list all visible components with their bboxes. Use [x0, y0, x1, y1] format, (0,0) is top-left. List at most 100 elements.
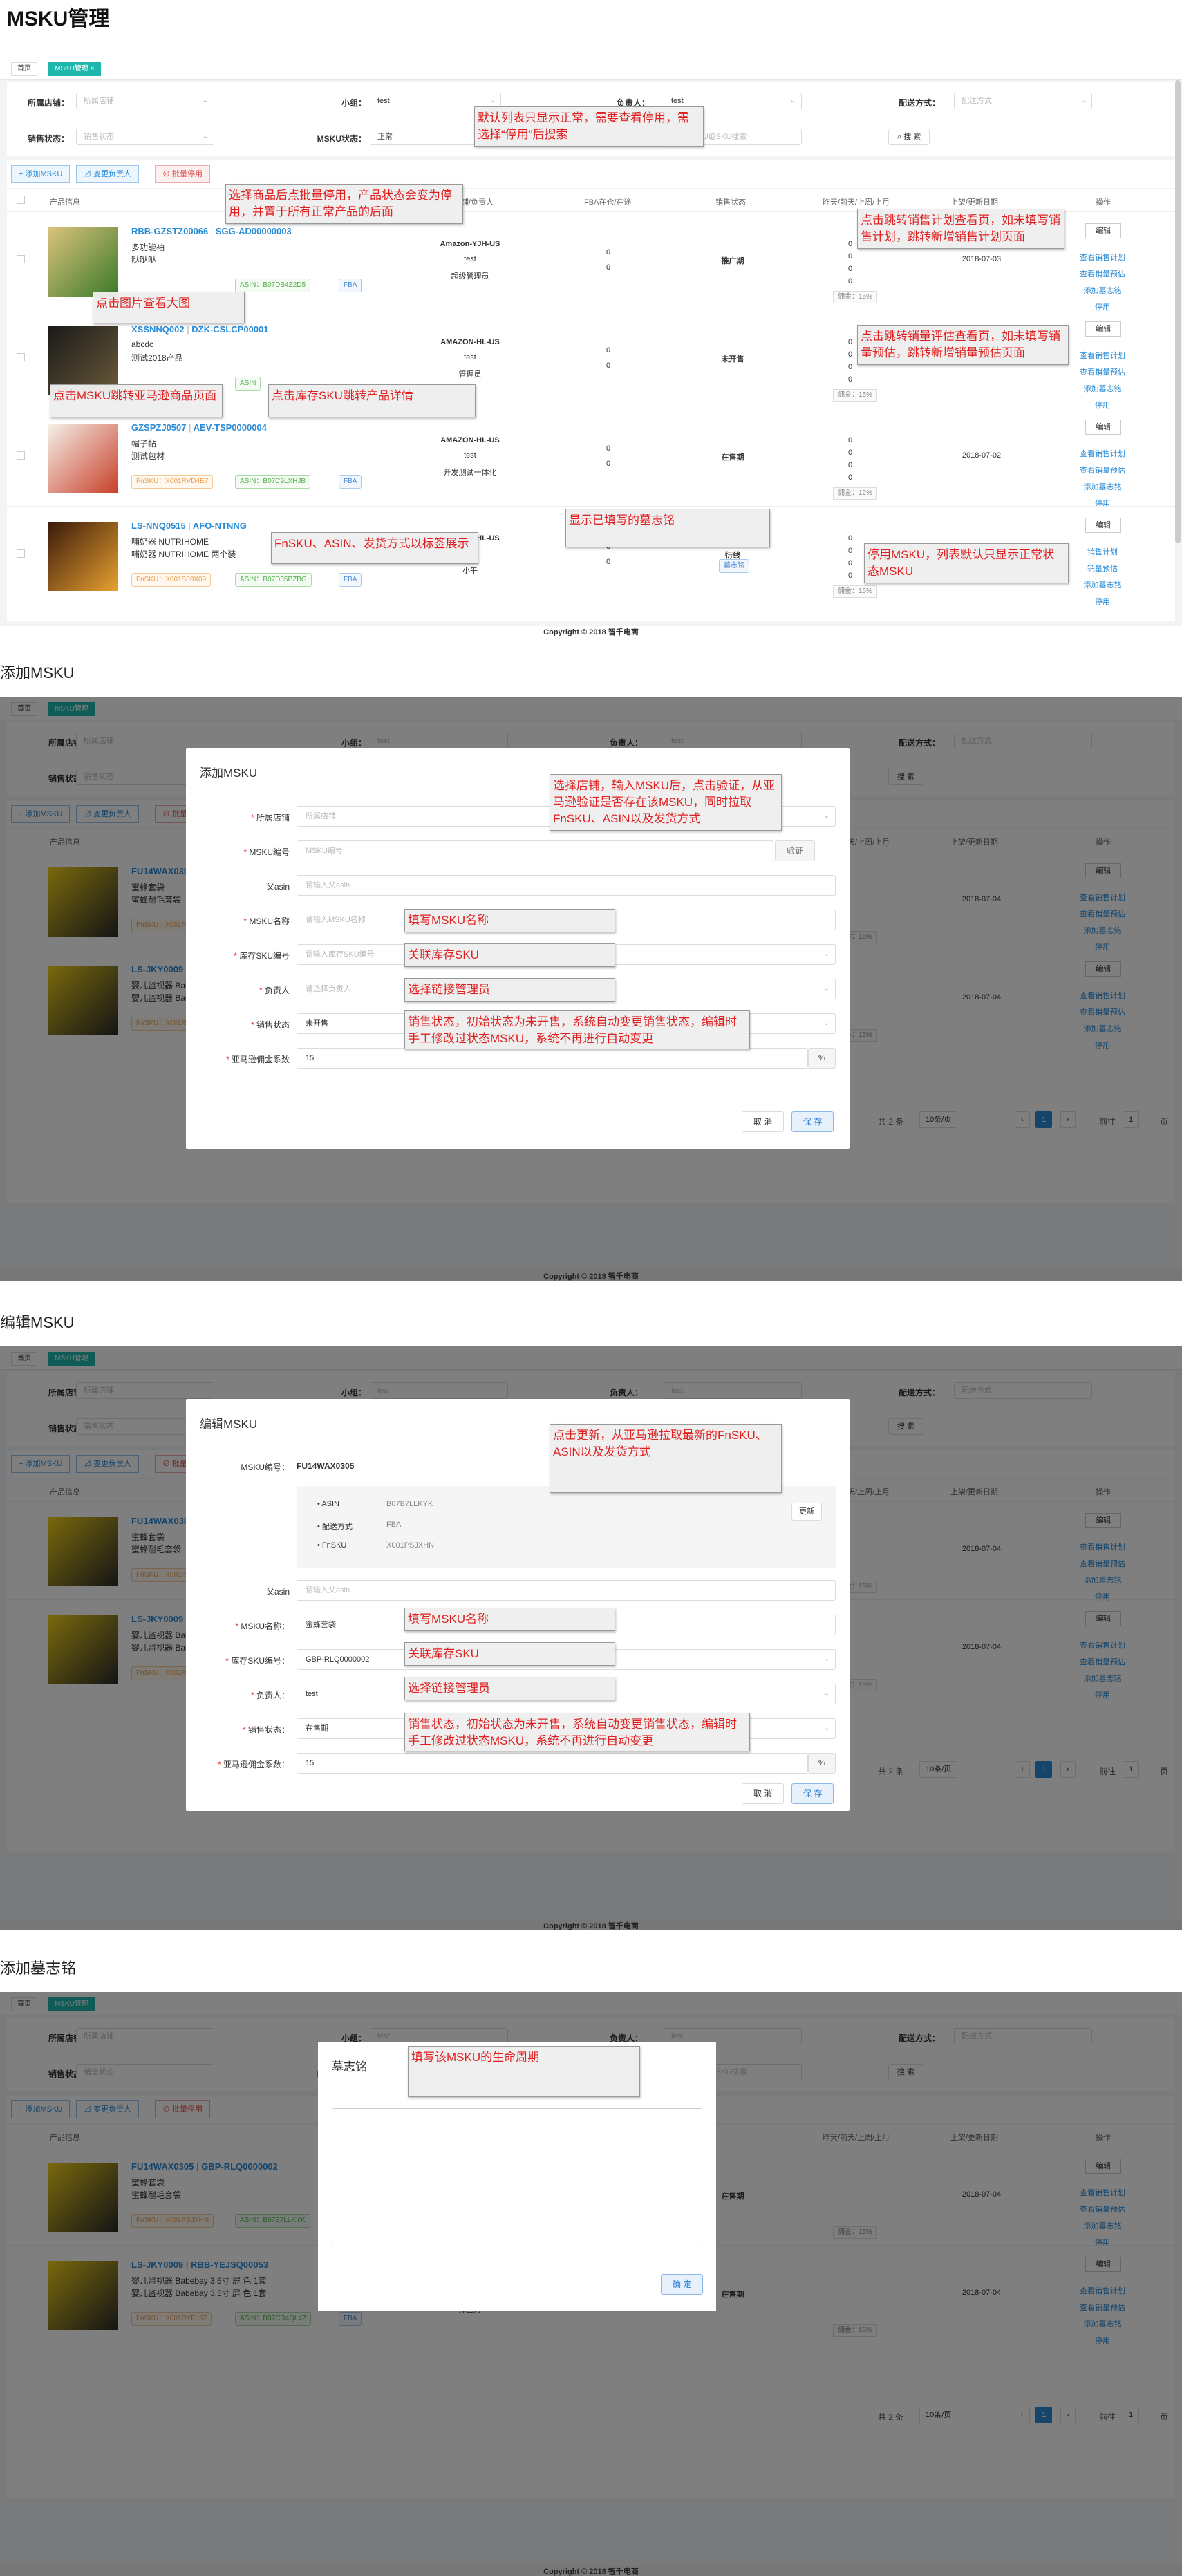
field-label: * 库存SKU编号： [225, 1656, 290, 1666]
shop-select[interactable]: 所属店铺 ⌄ [76, 93, 214, 109]
header-info: 产品信息 [50, 198, 80, 207]
modal-title: 墓志铭 [332, 2060, 367, 2074]
op-link[interactable]: 查看销量预估 [1064, 462, 1141, 479]
fnsku-label: • FnSKU [317, 1541, 347, 1550]
change-owner-button[interactable]: ⊿ 变更负责人 [76, 165, 140, 183]
table-row: GZSPZJ0507 | AEV-TSP0000004 帽子帖 测试包材 FnSKU：… [7, 408, 1175, 508]
op-link[interactable]: 销售计划 [1064, 544, 1141, 561]
edit-button[interactable]: 编辑 [1085, 518, 1121, 533]
op-link[interactable]: 添加墓志铭 [1064, 479, 1141, 496]
scrollbar[interactable] [1175, 80, 1181, 543]
product-image[interactable] [48, 522, 118, 591]
sales-count: 0 [847, 338, 853, 346]
shop-name: Amazon-YJH-US [440, 240, 500, 248]
msku-link[interactable]: RBB-GZSTZ00066 | SGG-AD00000003 [131, 226, 292, 236]
owner-name: test [464, 255, 476, 263]
epitaph-textarea[interactable] [332, 2108, 702, 2246]
cancel-button[interactable]: 取 消 [742, 1783, 785, 1804]
tab-msku[interactable]: MSKU管理 × [48, 62, 101, 76]
row-checkbox[interactable] [17, 353, 25, 361]
save-button[interactable]: 保 存 [791, 1783, 834, 1804]
row-checkbox[interactable] [17, 451, 25, 460]
annotation: 选择链接管理员 [404, 978, 615, 1002]
fnsku-tag: FnSKU：X001S89X09 [131, 573, 212, 587]
msku-link[interactable]: XSSNNQ002 | DZK-CSLCP00001 [131, 324, 269, 335]
product-image[interactable] [48, 424, 118, 493]
op-link[interactable]: 查看销售计划 [1064, 348, 1141, 364]
chevron-down-icon: ⌄ [823, 950, 829, 958]
parent-asin-input[interactable]: 请输入父asin [297, 875, 836, 896]
epitaph-badge: 墓志铭 [719, 559, 749, 573]
annotation: 停用MSKU，列表默认只显示正常状态MSKU [864, 543, 1069, 583]
product-desc: 测试包材 [131, 451, 165, 461]
chevron-down-icon: ⌄ [789, 97, 796, 104]
commission-input[interactable]: 15 [297, 1048, 808, 1069]
edit-button[interactable]: 编辑 [1085, 420, 1121, 435]
batch-stop-button[interactable]: ⊘ 批量停用 [155, 165, 211, 183]
ship-tag: FBA [339, 279, 362, 292]
edit-button[interactable]: 编辑 [1085, 321, 1121, 337]
sku-link[interactable]: SGG-AD00000003 [216, 226, 292, 236]
parent-asin-input[interactable]: 请输入父asin [297, 1580, 836, 1601]
op-link[interactable]: 查看销售计划 [1064, 446, 1141, 462]
owner-name: test [464, 353, 476, 361]
sku-link[interactable]: DZK-CSLCP00001 [191, 324, 268, 335]
ship-select[interactable]: 配送方式 ⌄ [954, 93, 1092, 109]
shop-name: AMAZON-HL-US [440, 338, 500, 346]
edit-button[interactable]: 编辑 [1085, 223, 1121, 238]
close-icon[interactable]: × [91, 65, 95, 73]
refresh-button[interactable]: 更新 [791, 1503, 822, 1521]
product-name: 多功能袖 [131, 243, 165, 252]
header-fba: FBA在仓/在途 [584, 198, 632, 207]
search-button[interactable]: ⌕ 搜 索 [888, 129, 930, 145]
product-desc: 测试2018产品 [131, 353, 183, 363]
op-link[interactable]: 添加墓志铭 [1064, 283, 1141, 299]
op-link[interactable]: 销量预估 [1064, 561, 1141, 577]
select-all-checkbox[interactable] [17, 196, 25, 204]
msku-link[interactable]: GZSPZJ0507 | AEV-TSP0000004 [131, 422, 267, 433]
asin-tag: ASIN：B07DB4Z2D5 [235, 279, 311, 292]
msku-code: GZSPZJ0507 [131, 422, 187, 433]
op-link[interactable]: 添加墓志铭 [1064, 381, 1141, 397]
field-label: * MSKU名称 [243, 916, 290, 926]
header-date: 上架/更新日期 [950, 198, 999, 207]
save-button[interactable]: 保 存 [791, 1111, 834, 1132]
annotation: 填写MSKU名称 [404, 909, 615, 932]
row-checkbox[interactable] [17, 549, 25, 558]
confirm-button[interactable]: 确 定 [661, 2274, 704, 2295]
ship-label: • 配送方式 [317, 1523, 353, 1531]
asin-tag: ASIN [235, 377, 261, 391]
copyright: Copyright © 2018 智千电商 [0, 2566, 1182, 2576]
op-link[interactable]: 查看销售计划 [1064, 250, 1141, 266]
msku-input[interactable]: MSKU编号 [297, 840, 773, 861]
op-link[interactable]: 停用 [1064, 594, 1141, 610]
commission-badge: 佣金：15% [833, 291, 878, 303]
cancel-button[interactable]: 取 消 [742, 1111, 785, 1132]
commission-badge: 佣金：15% [833, 389, 878, 402]
sale-status-select[interactable]: 销售状态 ⌄ [76, 129, 214, 145]
commission-input[interactable]: 15 [297, 1753, 808, 1774]
sales-count: 0 [847, 277, 853, 285]
sku-link[interactable]: AFO-NTNNG [193, 520, 247, 531]
op-link[interactable]: 查看销量预估 [1064, 266, 1141, 283]
op-link[interactable]: 添加墓志铭 [1064, 577, 1141, 594]
product-image[interactable] [48, 227, 118, 297]
sku-link[interactable]: AEV-TSP0000004 [194, 422, 267, 433]
msku-code: RBB-GZSTZ00066 [131, 226, 209, 236]
annotation: 选择店铺，输入MSKU后，点击验证，从亚马逊验证是否存在该MSKU，同时拉取Fn… [550, 774, 782, 831]
fnsku-tag: FnSKU：X001RVD4E7 [131, 475, 214, 489]
row-checkbox[interactable] [17, 255, 25, 263]
verify-button[interactable]: 验证 [775, 840, 816, 861]
op-link[interactable]: 查看销量预估 [1064, 364, 1141, 381]
copyright: Copyright © 2018 智千电商 [0, 1920, 1182, 1930]
fba-stock: 0 [606, 346, 611, 355]
sale-status: 推广期 [721, 257, 744, 265]
tab-bar: 首页 MSKU管理 × [0, 57, 1182, 80]
add-msku-button[interactable]: + 添加MSKU [11, 165, 71, 183]
header-ops: 操作 [1096, 198, 1111, 207]
field-label: * 销售状态： [242, 1725, 290, 1735]
tab-home[interactable]: 首页 [11, 62, 37, 76]
annotation: 点击库存SKU跳转产品详情 [268, 384, 476, 417]
msku-link[interactable]: LS-NNQ0515 | AFO-NTNNG [131, 520, 247, 531]
msku-value: FU14WAX0305 [297, 1461, 355, 1471]
